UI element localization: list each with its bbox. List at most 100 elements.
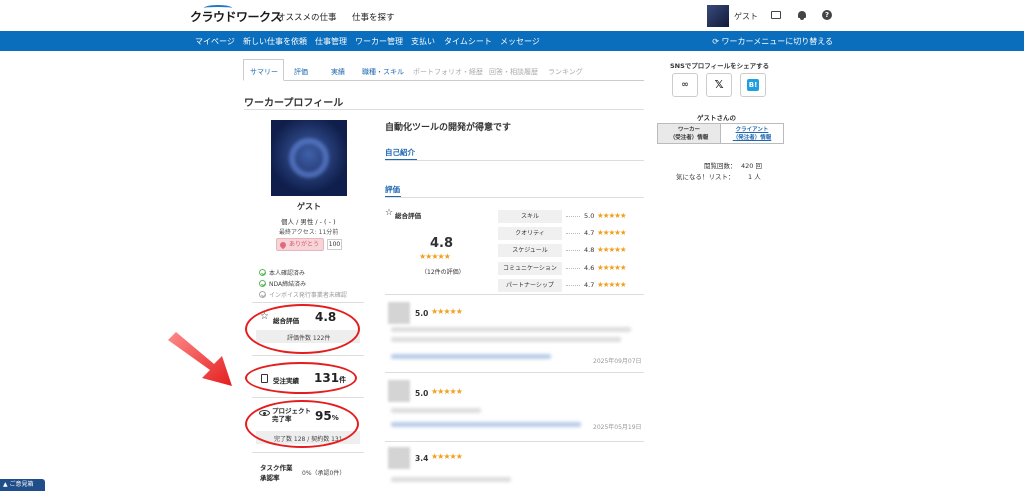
menu-job-management[interactable]: 仕事管理 — [315, 36, 347, 47]
overall-count: （12件の評価） — [421, 269, 465, 276]
divider — [252, 302, 364, 303]
share-hatena-button[interactable]: B! — [740, 73, 766, 97]
views-value: 420 回 — [741, 162, 762, 170]
page-title: ワーカープロフィール — [244, 98, 344, 109]
refresh-icon: ⟳ — [712, 37, 722, 46]
link-icon: ∞ — [681, 80, 689, 90]
tab-self-intro[interactable]: 自己紹介 — [385, 147, 415, 158]
tab-ratings[interactable]: 評価 — [294, 67, 308, 77]
tab-underline — [243, 80, 644, 81]
bell-icon[interactable] — [797, 10, 807, 20]
review-item: 5.0 ★★★★★ 2025年09月07日 — [385, 302, 644, 372]
tab-evaluation[interactable]: 評価 — [385, 184, 400, 195]
stars: ★★★★★ — [597, 211, 627, 220]
divider — [244, 109, 644, 110]
menu-new-job[interactable]: 新しい仕事を依頼 — [243, 36, 307, 47]
divider — [385, 372, 644, 373]
tab-portfolio[interactable]: ポートフォリオ・経歴 — [413, 67, 483, 77]
divider — [252, 452, 364, 453]
annotation-ellipse-rating — [245, 304, 360, 354]
help-icon[interactable]: ? — [822, 10, 832, 20]
profile-name: ゲスト — [297, 202, 321, 211]
annotation-ellipse-orders — [245, 362, 357, 394]
client-info-tab[interactable]: クライアント （発注者）情報 — [720, 123, 784, 144]
verification-identity: 本人確認済み — [259, 268, 305, 277]
share-x-button[interactable]: 𝕏 — [706, 73, 732, 97]
stars: ★★★★★ — [597, 228, 627, 237]
thanks-count: 100 — [327, 239, 342, 250]
stars: ★★★★★ — [597, 280, 627, 289]
nav-find-jobs[interactable]: 仕事を探す — [352, 11, 395, 23]
overall-score: 4.8 — [430, 236, 454, 251]
mail-icon[interactable] — [771, 11, 781, 19]
menu-mypage[interactable]: マイページ — [195, 36, 235, 47]
divider — [385, 160, 644, 161]
menu-worker-management[interactable]: ワーカー管理 — [355, 36, 403, 47]
heart-icon — [278, 240, 288, 250]
nav-recommended[interactable]: オススメの仕事 — [277, 11, 337, 23]
tab-skills[interactable]: 職種・スキル — [362, 67, 404, 77]
task-value: 0%（承認0件） — [302, 470, 346, 477]
reviewer-avatar — [388, 447, 410, 469]
check-circle-icon — [259, 269, 266, 276]
verification-invoice: インボイス発行事業者未確認 — [259, 290, 347, 299]
divider — [385, 197, 644, 198]
tab-ranking[interactable]: ランキング — [548, 67, 583, 77]
share-title: SNSでプロフィールをシェアする — [670, 62, 770, 70]
switch-menu-button[interactable]: ⟳ ワーカーメニューに切り替える — [712, 36, 833, 47]
top-header: クラウドワークス オススメの仕事 仕事を探す ゲスト ? — [0, 0, 1024, 31]
annotation-ellipse-completion — [245, 400, 359, 448]
reviewer-avatar — [388, 302, 410, 324]
thanks-button[interactable]: ありがとう — [276, 238, 324, 251]
profile-headline: 自動化ツールの開発が得意です — [385, 123, 512, 133]
logo[interactable]: クラウドワークス — [190, 8, 282, 25]
skill-row: コミュニケーション 4.6 ★★★★★ — [498, 262, 644, 275]
tab-summary[interactable]: サマリー — [250, 67, 278, 77]
divider — [385, 294, 644, 295]
stars: ★★★★★ — [597, 245, 627, 254]
star-outline-icon: ☆ — [385, 208, 394, 218]
photo-logo-icon — [289, 138, 329, 178]
menu-messages[interactable]: メッセージ — [500, 36, 540, 47]
annotation-arrow-icon — [168, 332, 232, 386]
main-menu-bar: マイページ 新しい仕事を依頼 仕事管理 ワーカー管理 支払い タイムシート メッ… — [0, 31, 1024, 51]
review-item: 3.4 ★★★★★ — [385, 447, 644, 487]
skill-row: スキル 5.0 ★★★★★ — [498, 210, 644, 223]
review-item: 5.0 ★★★★★ 2025年05月19日 — [385, 380, 644, 440]
profile-attributes: 個人 / 男性 / - ( - ) — [281, 218, 336, 226]
menu-payment[interactable]: 支払い — [411, 36, 435, 47]
favorites-value: 1 人 — [748, 173, 761, 181]
overall-rating-label: 総合評価 — [395, 212, 421, 220]
verification-nda: NDA締結済み — [259, 279, 306, 288]
hatena-icon: B! — [747, 79, 759, 91]
skill-row: スケジュール 4.8 ★★★★★ — [498, 244, 644, 257]
menu-timesheet[interactable]: タイムシート — [444, 36, 492, 47]
worker-info-tab[interactable]: ワーカー （受注者）情報 — [657, 123, 721, 144]
avatar[interactable] — [707, 5, 729, 27]
share-link-button[interactable]: ∞ — [672, 73, 698, 97]
guest-of-label: ゲストさんの — [697, 114, 736, 122]
task-label: タスク作業 承認率 — [260, 464, 293, 482]
divider — [252, 397, 364, 398]
views-label: 閲覧回数： — [704, 162, 737, 170]
overall-stars: ★★★★★ — [419, 252, 451, 261]
skill-row: クオリティ 4.7 ★★★★★ — [498, 227, 644, 240]
user-name[interactable]: ゲスト — [734, 11, 758, 22]
reviewer-avatar — [388, 380, 410, 402]
check-circle-icon — [259, 291, 266, 298]
stars: ★★★★★ — [431, 387, 463, 396]
tab-achievements[interactable]: 実績 — [331, 67, 345, 77]
divider — [385, 441, 644, 442]
profile-photo — [271, 120, 347, 196]
feedback-button[interactable]: ▲ ご意見箱 — [0, 479, 45, 491]
last-access: 最終アクセス: 11分前 — [279, 229, 339, 236]
x-icon: 𝕏 — [714, 78, 724, 91]
favorites-label: 気になる！リスト： — [676, 173, 735, 181]
stars: ★★★★★ — [597, 263, 627, 272]
stars: ★★★★★ — [431, 452, 463, 461]
tab-answers[interactable]: 回答・相談履歴 — [489, 67, 538, 77]
skill-row: パートナーシップ 4.7 ★★★★★ — [498, 279, 644, 292]
check-circle-icon — [259, 280, 266, 287]
divider — [252, 355, 364, 356]
stars: ★★★★★ — [431, 307, 463, 316]
